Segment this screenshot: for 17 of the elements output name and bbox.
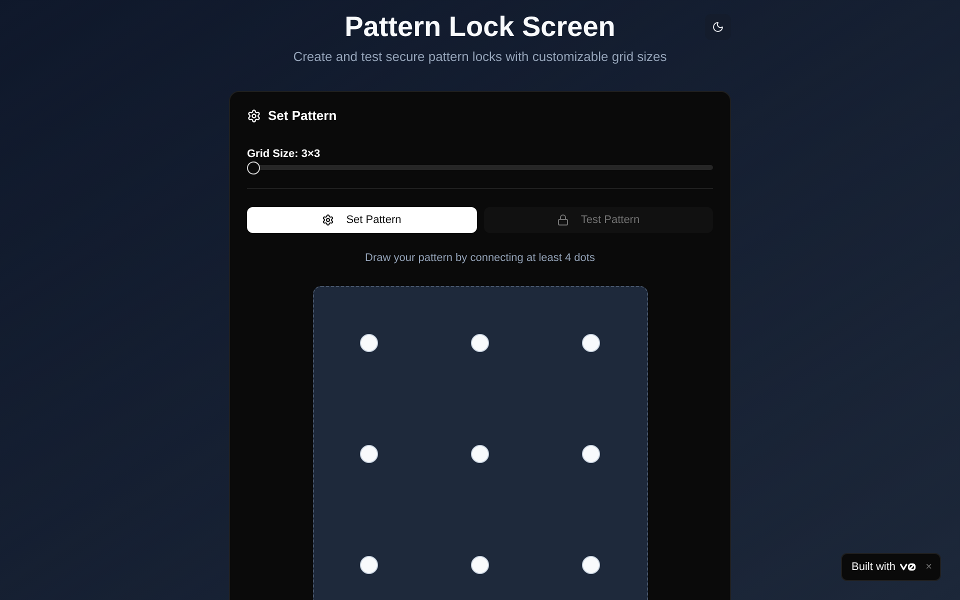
badge-label: Built with [852,560,896,575]
instruction-text: Draw your pattern by connecting at least 4 dots [364,251,596,266]
slider-thumb[interactable] [247,161,260,174]
tab[interactable]: Set Pattern [247,207,476,233]
settings-icon [322,214,334,226]
settings-icon [247,109,261,123]
logo-icon [900,563,916,571]
page-subtitle: Create and test secure pattern locks with customizable grid sizes [293,48,667,66]
tab[interactable]: Test Pattern [484,207,713,233]
moon-icon [712,21,724,33]
grid-size-label: Grid Size: 3×3 [247,148,320,161]
theme-toggle-button[interactable] [705,14,731,40]
page-title: Pattern Lock Screen [344,10,616,44]
close-button[interactable]: × [926,562,932,572]
pattern-pad[interactable] [312,286,648,600]
card-title: Set Pattern [268,107,337,125]
lock-icon [556,214,569,226]
